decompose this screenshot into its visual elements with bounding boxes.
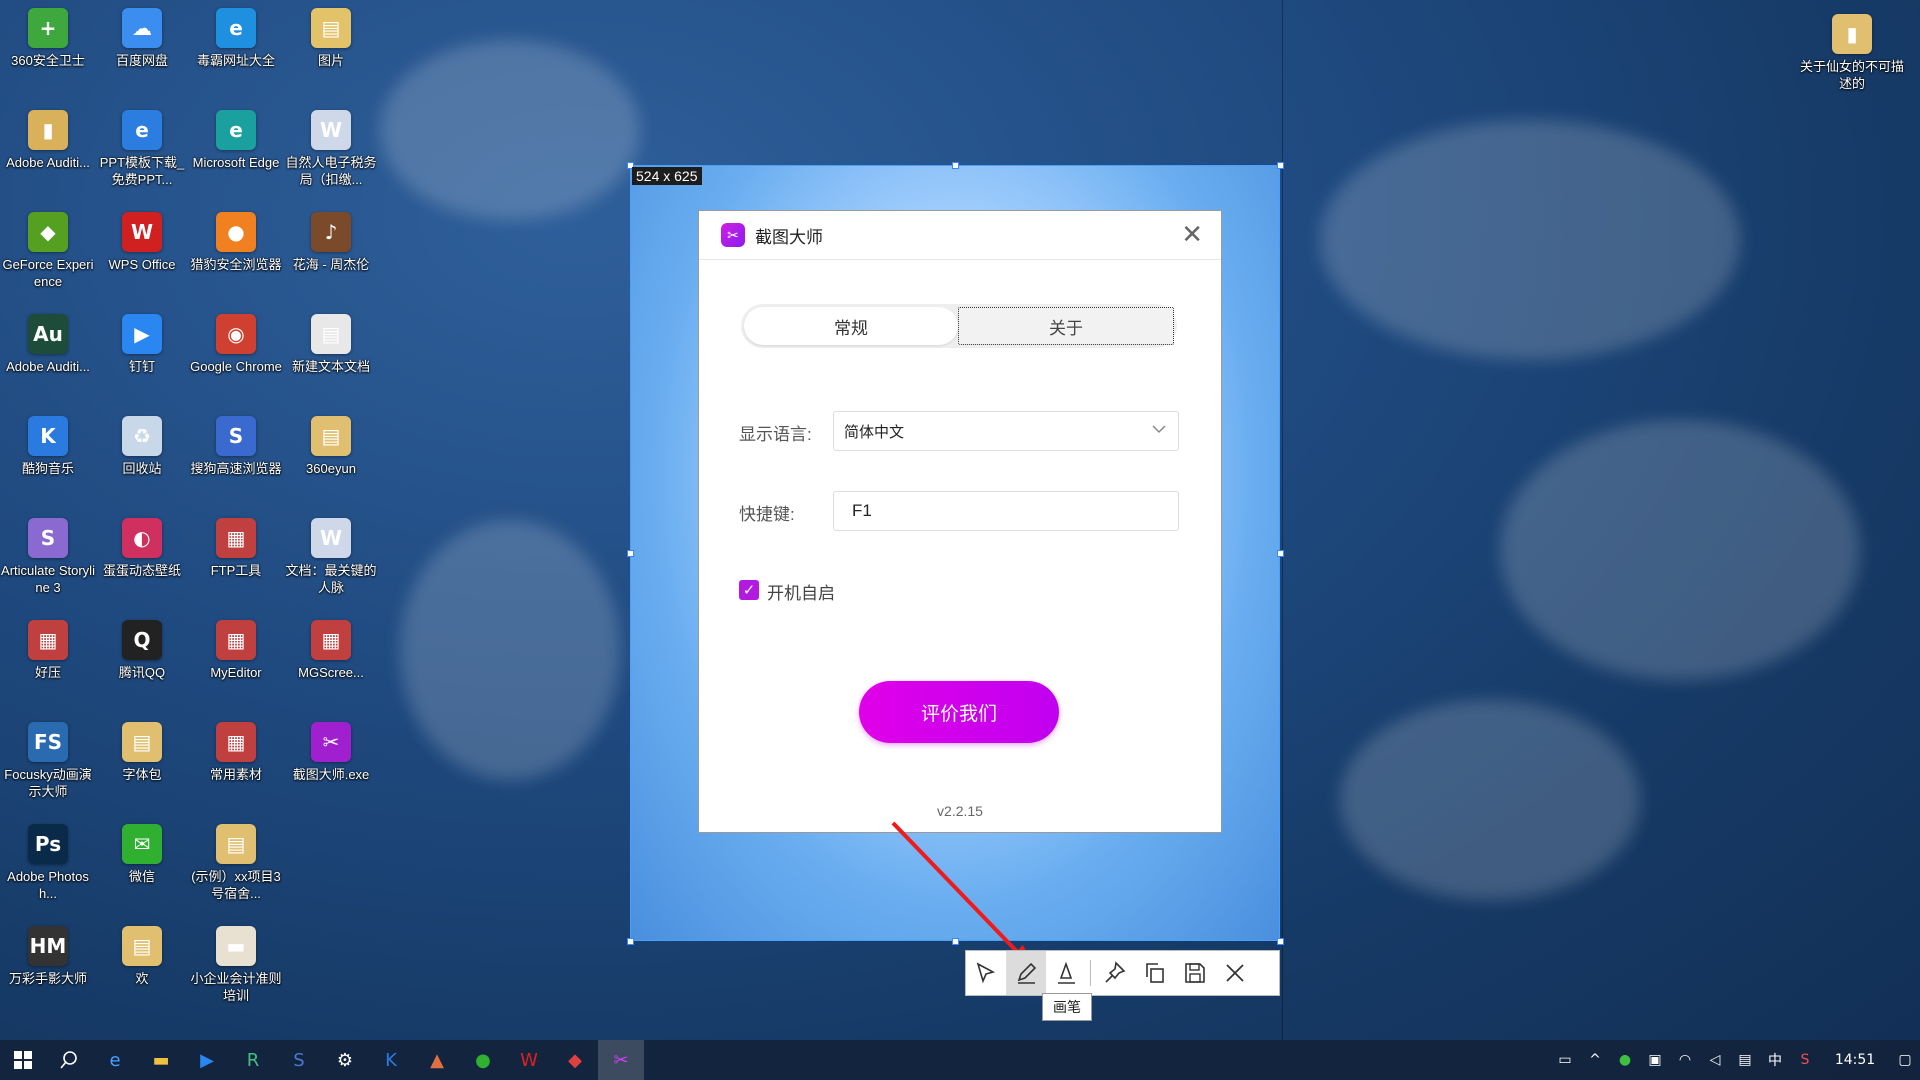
- select-arrow-icon[interactable]: [966, 951, 1006, 995]
- save-icon[interactable]: [1175, 951, 1215, 995]
- kugou-icon[interactable]: K: [368, 1040, 414, 1080]
- keyboard-icon[interactable]: ▭: [1550, 1052, 1580, 1068]
- app-r-icon[interactable]: R: [230, 1040, 276, 1080]
- file-explorer-icon[interactable]: ▬: [138, 1040, 184, 1080]
- security-tray-icon[interactable]: ●: [1610, 1052, 1640, 1068]
- pin-icon[interactable]: [1095, 951, 1135, 995]
- notification-icon[interactable]: ▢: [1890, 1052, 1920, 1068]
- wifi-icon[interactable]: ◠: [1670, 1052, 1700, 1068]
- chevron-up-icon[interactable]: ^: [1580, 1052, 1610, 1068]
- close-icon[interactable]: [1215, 951, 1255, 995]
- ie-browser-icon[interactable]: e: [92, 1040, 138, 1080]
- app-wps-red-icon[interactable]: ◆: [552, 1040, 598, 1080]
- copy-icon[interactable]: [1135, 951, 1175, 995]
- sogou-ime-icon[interactable]: S: [1790, 1052, 1820, 1068]
- red-arrow-annotation: [891, 821, 1036, 972]
- screenshot-master-icon[interactable]: ✂: [598, 1040, 644, 1080]
- taskbar: e ▬ ▶ R S ⚙ K ▲ ● W ◆ ✂ ▭ ^ ● ▣ ◠ ◁ ▤ 中 …: [0, 1040, 1920, 1080]
- display-tray-icon[interactable]: ▣: [1640, 1052, 1670, 1068]
- clock[interactable]: 14:51: [1820, 1052, 1890, 1068]
- system-tray: ▭ ^ ● ▣ ◠ ◁ ▤ 中 S 14:51 ▢: [1550, 1040, 1920, 1080]
- marker-icon[interactable]: [1046, 951, 1086, 995]
- settings-gear-icon[interactable]: ⚙: [322, 1040, 368, 1080]
- wechat-icon[interactable]: ●: [460, 1040, 506, 1080]
- ime-indicator[interactable]: 中: [1760, 1050, 1790, 1070]
- sogou-browser-icon[interactable]: S: [276, 1040, 322, 1080]
- app-mountain-icon[interactable]: ▲: [414, 1040, 460, 1080]
- dingtalk-icon[interactable]: ▶: [184, 1040, 230, 1080]
- pen-icon[interactable]: [1006, 951, 1046, 995]
- tool-tooltip: 画笔: [1042, 993, 1092, 1021]
- windows-start-icon[interactable]: [0, 1040, 46, 1080]
- wps-icon[interactable]: W: [506, 1040, 552, 1080]
- toolbar-divider: [1090, 960, 1091, 986]
- search-icon[interactable]: [46, 1040, 92, 1080]
- onscreen-keyboard-icon[interactable]: ▤: [1730, 1052, 1760, 1068]
- capture-toolbar: [965, 950, 1280, 996]
- volume-icon[interactable]: ◁: [1700, 1052, 1730, 1068]
